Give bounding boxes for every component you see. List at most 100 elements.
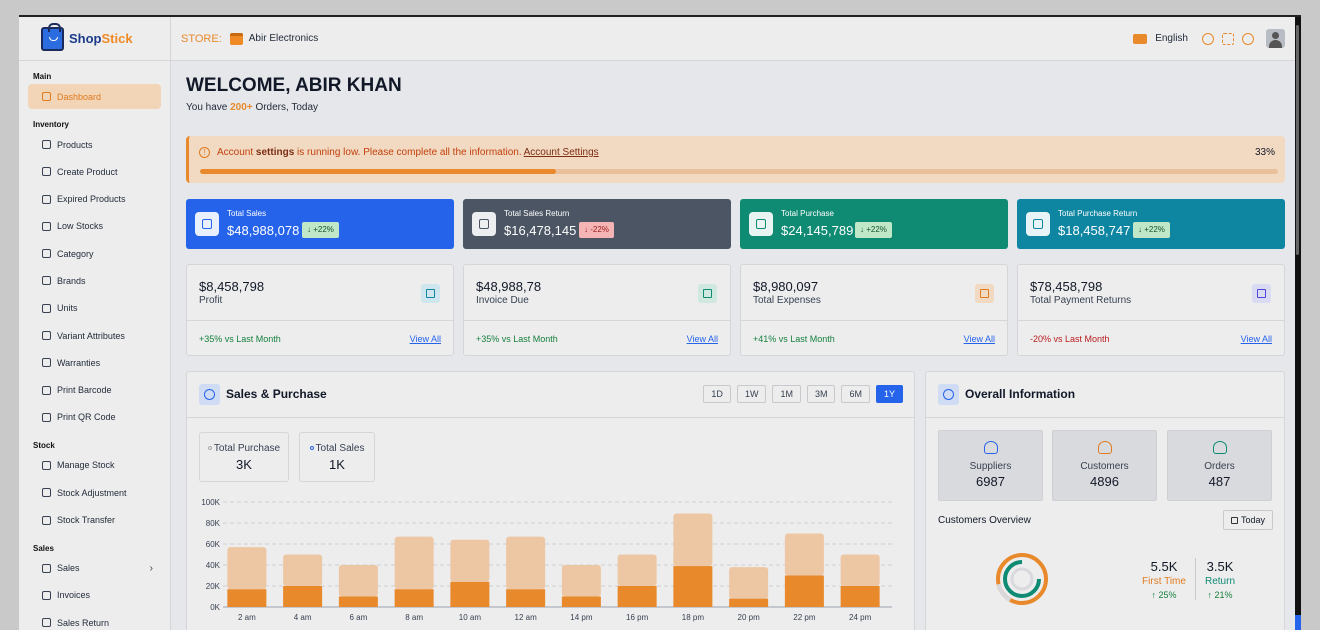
view-all-link[interactable]: View All — [687, 334, 718, 344]
sidebar-item-create-product[interactable]: Create Product — [28, 159, 161, 184]
sidebar-item-print-qr-code[interactable]: Print QR Code — [28, 405, 161, 430]
gear-icon[interactable] — [1242, 32, 1254, 45]
sidebar-item-sales[interactable]: Sales › — [28, 556, 161, 581]
sidebar-item-expired-products[interactable]: Expired Products — [28, 187, 161, 212]
bar-8-am-series-1[interactable] — [394, 536, 434, 590]
bar-8-am-series-0[interactable] — [394, 589, 434, 607]
tile-orders[interactable]: Orders 487 — [1167, 430, 1272, 501]
x-tick-label: 22 pm — [793, 613, 816, 622]
bar-2-am-series-0[interactable] — [227, 589, 267, 607]
stat-change: +35% vs Last Month — [476, 334, 558, 344]
account-alert: ! Account settings is running low. Pleas… — [186, 136, 1285, 183]
sidebar-item-stock-transfer[interactable]: Stock Transfer — [28, 508, 161, 533]
brand-name: ShopStick — [69, 31, 133, 46]
view-all-link[interactable]: View All — [410, 334, 441, 344]
scroll-thumb[interactable] — [1296, 25, 1299, 255]
kpi-icon — [749, 212, 773, 236]
certificate-icon — [42, 358, 51, 368]
nav-section-sales: Sales — [33, 543, 54, 553]
kpi-badge: ↓ +22% — [855, 222, 892, 238]
bar-4-am-series-1[interactable] — [283, 554, 323, 587]
card-title: Sales & Purchase — [226, 387, 327, 401]
store-selector[interactable]: Abir Electronics — [249, 33, 318, 44]
sidebar-item-print-barcode[interactable]: Print Barcode — [28, 378, 161, 403]
view-all-link[interactable]: View All — [1241, 334, 1272, 344]
sidebar-item-invoices[interactable]: Invoices — [28, 583, 161, 608]
language-selector[interactable]: English — [1155, 33, 1188, 44]
kpi-total-purchase[interactable]: Total Purchase $24,145,789 ↓ +22% — [740, 199, 1008, 249]
kpi-total-sales[interactable]: Total Sales $48,988,078 ↓ +22% — [186, 199, 454, 249]
bar-12-am-series-1[interactable] — [506, 536, 546, 590]
sidebar-item-sales-return[interactable]: Sales Return — [28, 610, 161, 630]
bar-16-pm-series-0[interactable] — [617, 586, 657, 607]
sidebar-item-brands[interactable]: Brands — [28, 268, 161, 293]
bar-20-pm-series-0[interactable] — [729, 598, 769, 607]
info-icon: ! — [199, 147, 210, 158]
bar-14-pm-series-1[interactable] — [561, 565, 601, 597]
stat-icon — [698, 284, 717, 303]
sidebar-item-low-stocks[interactable]: Low Stocks — [28, 214, 161, 239]
y-tick-label: 20K — [206, 582, 221, 591]
kpi-total-purchase-return[interactable]: Total Purchase Return $18,458,747 ↓ +22% — [1017, 199, 1285, 249]
variant-icon — [42, 331, 51, 341]
bar-14-pm-series-0[interactable] — [561, 596, 601, 608]
today-button[interactable]: Today — [1222, 510, 1273, 530]
stat-change: +41% vs Last Month — [753, 334, 835, 344]
user-avatar[interactable] — [1266, 29, 1285, 48]
window-scrollbar[interactable] — [1295, 17, 1301, 630]
bar-2-am-series-1[interactable] — [227, 547, 267, 590]
progress-bar — [200, 169, 1278, 174]
sidebar-item-variant-attributes[interactable]: Variant Attributes — [28, 323, 161, 348]
range-button-1w[interactable]: 1W — [736, 385, 767, 403]
x-tick-label: 8 am — [405, 613, 423, 622]
card-header: Overall Information — [926, 372, 1284, 418]
first-time-value: 5.5K — [1150, 559, 1178, 574]
globe-icon[interactable] — [1202, 32, 1214, 45]
bar-18-pm-series-0[interactable] — [673, 566, 713, 607]
tile-customers[interactable]: Customers 4896 — [1052, 430, 1157, 501]
bar-24-pm-series-0[interactable] — [840, 586, 880, 607]
sidebar-item-manage-stock[interactable]: Manage Stock — [28, 453, 161, 478]
bar-6-am-series-1[interactable] — [338, 565, 378, 597]
return-value: 3.5K — [1206, 559, 1234, 574]
expired-icon — [42, 194, 51, 204]
x-tick-label: 10 am — [459, 613, 482, 622]
donut-ring-inner — [1010, 567, 1034, 591]
trending-down-icon — [42, 221, 51, 231]
range-button-1y[interactable]: 1Y — [875, 385, 903, 403]
bar-24-pm-series-1[interactable] — [840, 554, 880, 587]
sales-purchase-card: Sales & Purchase 1D 1W 1M 3M 6M 1Y Total Purc… — [186, 371, 915, 630]
account-settings-link[interactable]: Account Settings — [524, 147, 599, 158]
logo[interactable]: ShopStick — [19, 17, 170, 61]
info-circle-icon — [938, 384, 959, 405]
tile-suppliers[interactable]: Suppliers 6987 — [938, 430, 1043, 501]
sidebar-item-products[interactable]: Products — [28, 132, 161, 157]
fullscreen-icon[interactable] — [1222, 32, 1234, 45]
page-title: WELCOME, ABIR KHAN — [186, 75, 402, 96]
bar-6-am-series-0[interactable] — [338, 596, 378, 608]
bar-22-pm-series-1[interactable] — [784, 533, 824, 576]
bar-12-am-series-0[interactable] — [506, 589, 546, 607]
bar-18-pm-series-1[interactable] — [673, 513, 713, 567]
bar-10-am-series-1[interactable] — [450, 539, 490, 582]
alert-message: Account settings is running low. Please … — [217, 147, 599, 158]
range-button-3m[interactable]: 3M — [806, 385, 836, 403]
sidebar-item-category[interactable]: Category — [28, 241, 161, 266]
ruler-icon — [42, 303, 51, 313]
range-button-6m[interactable]: 6M — [841, 385, 870, 403]
range-button-1m[interactable]: 1M — [772, 385, 801, 403]
bar-22-pm-series-0[interactable] — [784, 575, 824, 608]
sidebar-item-dashboard[interactable]: Dashboard — [28, 84, 161, 109]
stat-change: -20% vs Last Month — [1030, 334, 1110, 344]
kpi-total-sales-return[interactable]: Total Sales Return $16,478,145 ↓ -22% — [463, 199, 731, 249]
range-button-1d[interactable]: 1D — [703, 385, 731, 403]
sidebar-item-warranties[interactable]: Warranties — [28, 350, 161, 375]
bar-20-pm-series-1[interactable] — [729, 567, 769, 599]
sidebar-item-units[interactable]: Units — [28, 296, 161, 321]
header-actions: English — [1133, 29, 1285, 48]
sidebar-item-stock-adjustment[interactable]: Stock Adjustment — [28, 480, 161, 505]
bar-16-pm-series-1[interactable] — [617, 554, 657, 587]
view-all-link[interactable]: View All — [964, 334, 995, 344]
bar-10-am-series-0[interactable] — [450, 581, 490, 607]
bar-4-am-series-0[interactable] — [283, 586, 323, 607]
